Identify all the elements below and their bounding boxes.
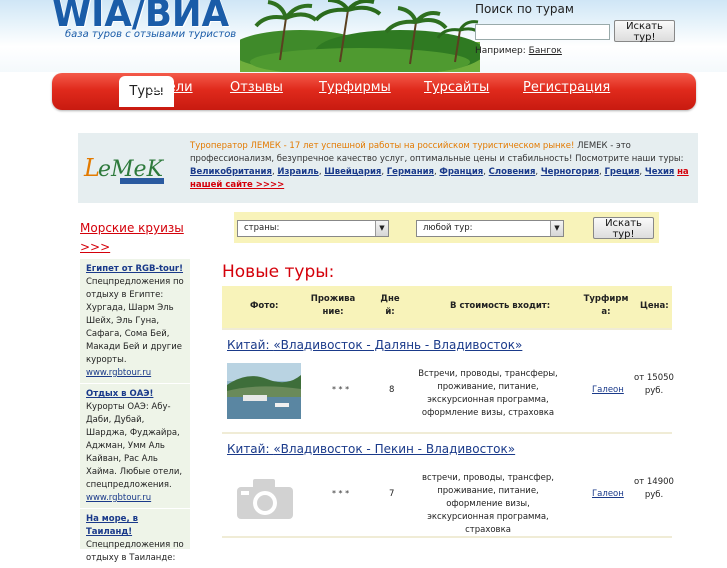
chevron-down-icon[interactable]: ▼ <box>550 221 563 236</box>
advert-lead: Туроператор ЛЕМЕК - 17 лет успешной рабо… <box>190 141 575 151</box>
sidebar-item-site[interactable]: www.rgbtour.ru <box>86 368 151 378</box>
tour-stars: * * * <box>332 385 350 394</box>
tour-title-link[interactable]: Китай: «Владивосток - Далянь - Владивост… <box>227 338 522 352</box>
chevron-down-icon[interactable]: ▼ <box>375 221 388 236</box>
sidebar-item: На море, в Таиланд! Спецпредложения по о… <box>80 509 190 568</box>
new-tours-heading: Новые туры: <box>222 262 335 282</box>
tab-tour-sites[interactable]: Турсайты <box>424 80 489 95</box>
tour-route[interactable]: «Владивосток - Пекин - Владивосток» <box>273 442 515 456</box>
tours-table-header: Фото: Проживание: Дней: В стоимость вход… <box>222 286 672 328</box>
advert-link-czech[interactable]: Чехия <box>645 167 675 177</box>
col-agency: Турфирма: <box>583 294 629 317</box>
country-select-value: страны: <box>244 223 280 233</box>
advert-link-germany[interactable]: Германия <box>387 167 434 177</box>
tour-route[interactable]: «Владивосток - Далянь - Владивосток» <box>273 338 522 352</box>
sidebar-item-title[interactable]: На море, в Таиланд! <box>86 514 138 537</box>
tab-reviews[interactable]: Отзывы <box>230 80 283 95</box>
advert-link-uk[interactable]: Великобритания <box>190 167 272 177</box>
search-example: Например: Бангок <box>475 46 562 56</box>
sea-cruises-link[interactable]: Морские круизы >>> <box>80 219 192 257</box>
tab-hotels[interactable]: Отели <box>150 80 193 95</box>
tab-registration[interactable]: Регистрация <box>523 80 610 95</box>
advert-link-france[interactable]: Франция <box>439 167 483 177</box>
col-days: Дней: <box>380 294 400 317</box>
sidebar-item: Египет от RGB-tour! Спецпредложения по о… <box>80 259 190 383</box>
lemek-logo[interactable]: L eMeK <box>82 150 182 186</box>
search-input[interactable] <box>475 24 610 40</box>
example-link[interactable]: Бангок <box>529 46 562 56</box>
col-accommodation: Проживание: <box>310 294 356 317</box>
col-includes: В стоимость входит: <box>450 301 551 311</box>
tour-country[interactable]: Китай <box>227 442 265 456</box>
search-button[interactable]: Искать тур! <box>614 20 675 43</box>
tour-agency-link[interactable]: Галеон <box>592 489 624 499</box>
country-select[interactable]: страны: ▼ <box>237 220 389 237</box>
divider <box>222 536 672 538</box>
sidebar-item-text: Курорты ОАЭ: Абу-Даби, Дубай, Шарджа, Фу… <box>86 402 183 490</box>
tour-includes: Встречи, проводы, трансферы, проживание,… <box>418 369 558 418</box>
site-tagline: база туров с отзывами туристов <box>65 29 237 40</box>
table-row: Китай: «Владивосток - Далянь - Владивост… <box>222 330 674 430</box>
site-header: WIA/ВИА база туров с отзывами туристов П… <box>0 0 727 72</box>
col-price: Цена: <box>640 301 669 311</box>
col-photo: Фото: <box>250 301 279 311</box>
tour-type-select-value: любой тур: <box>423 223 473 233</box>
advert-link-greece[interactable]: Греция <box>604 167 639 177</box>
advert-link-switzerland[interactable]: Швейцария <box>324 167 381 177</box>
tour-price: от 15050 руб. <box>634 373 674 396</box>
tab-agencies[interactable]: Турфирмы <box>319 80 391 95</box>
sidebar-item-text: Спецпредложения по отдыху в Египте: Хург… <box>86 277 184 365</box>
filter-search-button[interactable]: Искать тур! <box>593 217 654 240</box>
palm-trees-banner <box>240 0 480 72</box>
advert-text: Туроператор ЛЕМЕК - 17 лет успешной рабо… <box>190 141 689 190</box>
tour-price: от 14900 руб. <box>634 477 674 500</box>
tour-agency-link[interactable]: Галеон <box>592 385 624 395</box>
tour-country[interactable]: Китай <box>227 338 265 352</box>
tour-days: 7 <box>389 489 395 499</box>
tour-includes: встречи, проводы, трансфер, проживание, … <box>422 473 554 535</box>
main-nav: Туры Отели Отзывы Турфирмы Турсайты Реги… <box>52 73 696 110</box>
advert-link-montenegro[interactable]: Черногория <box>541 167 599 177</box>
sidebar-item-text: Спецпредложения по отдыху в Таиланде: <box>86 540 184 563</box>
sidebar-item-site[interactable]: www.rgbtour.ru <box>86 493 151 503</box>
table-row: Китай: «Владивосток - Пекин - Владивосто… <box>222 434 674 535</box>
sidebar-item-title[interactable]: Отдых в ОАЭ! <box>86 389 153 399</box>
sidebar-item: Отдых в ОАЭ! Курорты ОАЭ: Абу-Даби, Дуба… <box>80 384 190 508</box>
sidebar-ads: Египет от RGB-tour! Спецпредложения по о… <box>80 259 190 563</box>
tour-days: 8 <box>389 385 395 395</box>
advert-link-israel[interactable]: Израиль <box>277 167 318 177</box>
tour-photo[interactable] <box>227 363 301 419</box>
advert-link-slovenia[interactable]: Словения <box>489 167 536 177</box>
tour-type-select[interactable]: любой тур: ▼ <box>416 220 564 237</box>
search-title: Поиск по турам <box>475 2 574 16</box>
tour-stars: * * * <box>332 489 350 498</box>
sidebar-item-title[interactable]: Египет от RGB-tour! <box>86 264 183 274</box>
example-label: Например: <box>475 46 529 56</box>
camera-placeholder-icon[interactable] <box>227 467 301 523</box>
tour-title-link[interactable]: Китай: «Владивосток - Пекин - Владивосто… <box>227 442 515 456</box>
